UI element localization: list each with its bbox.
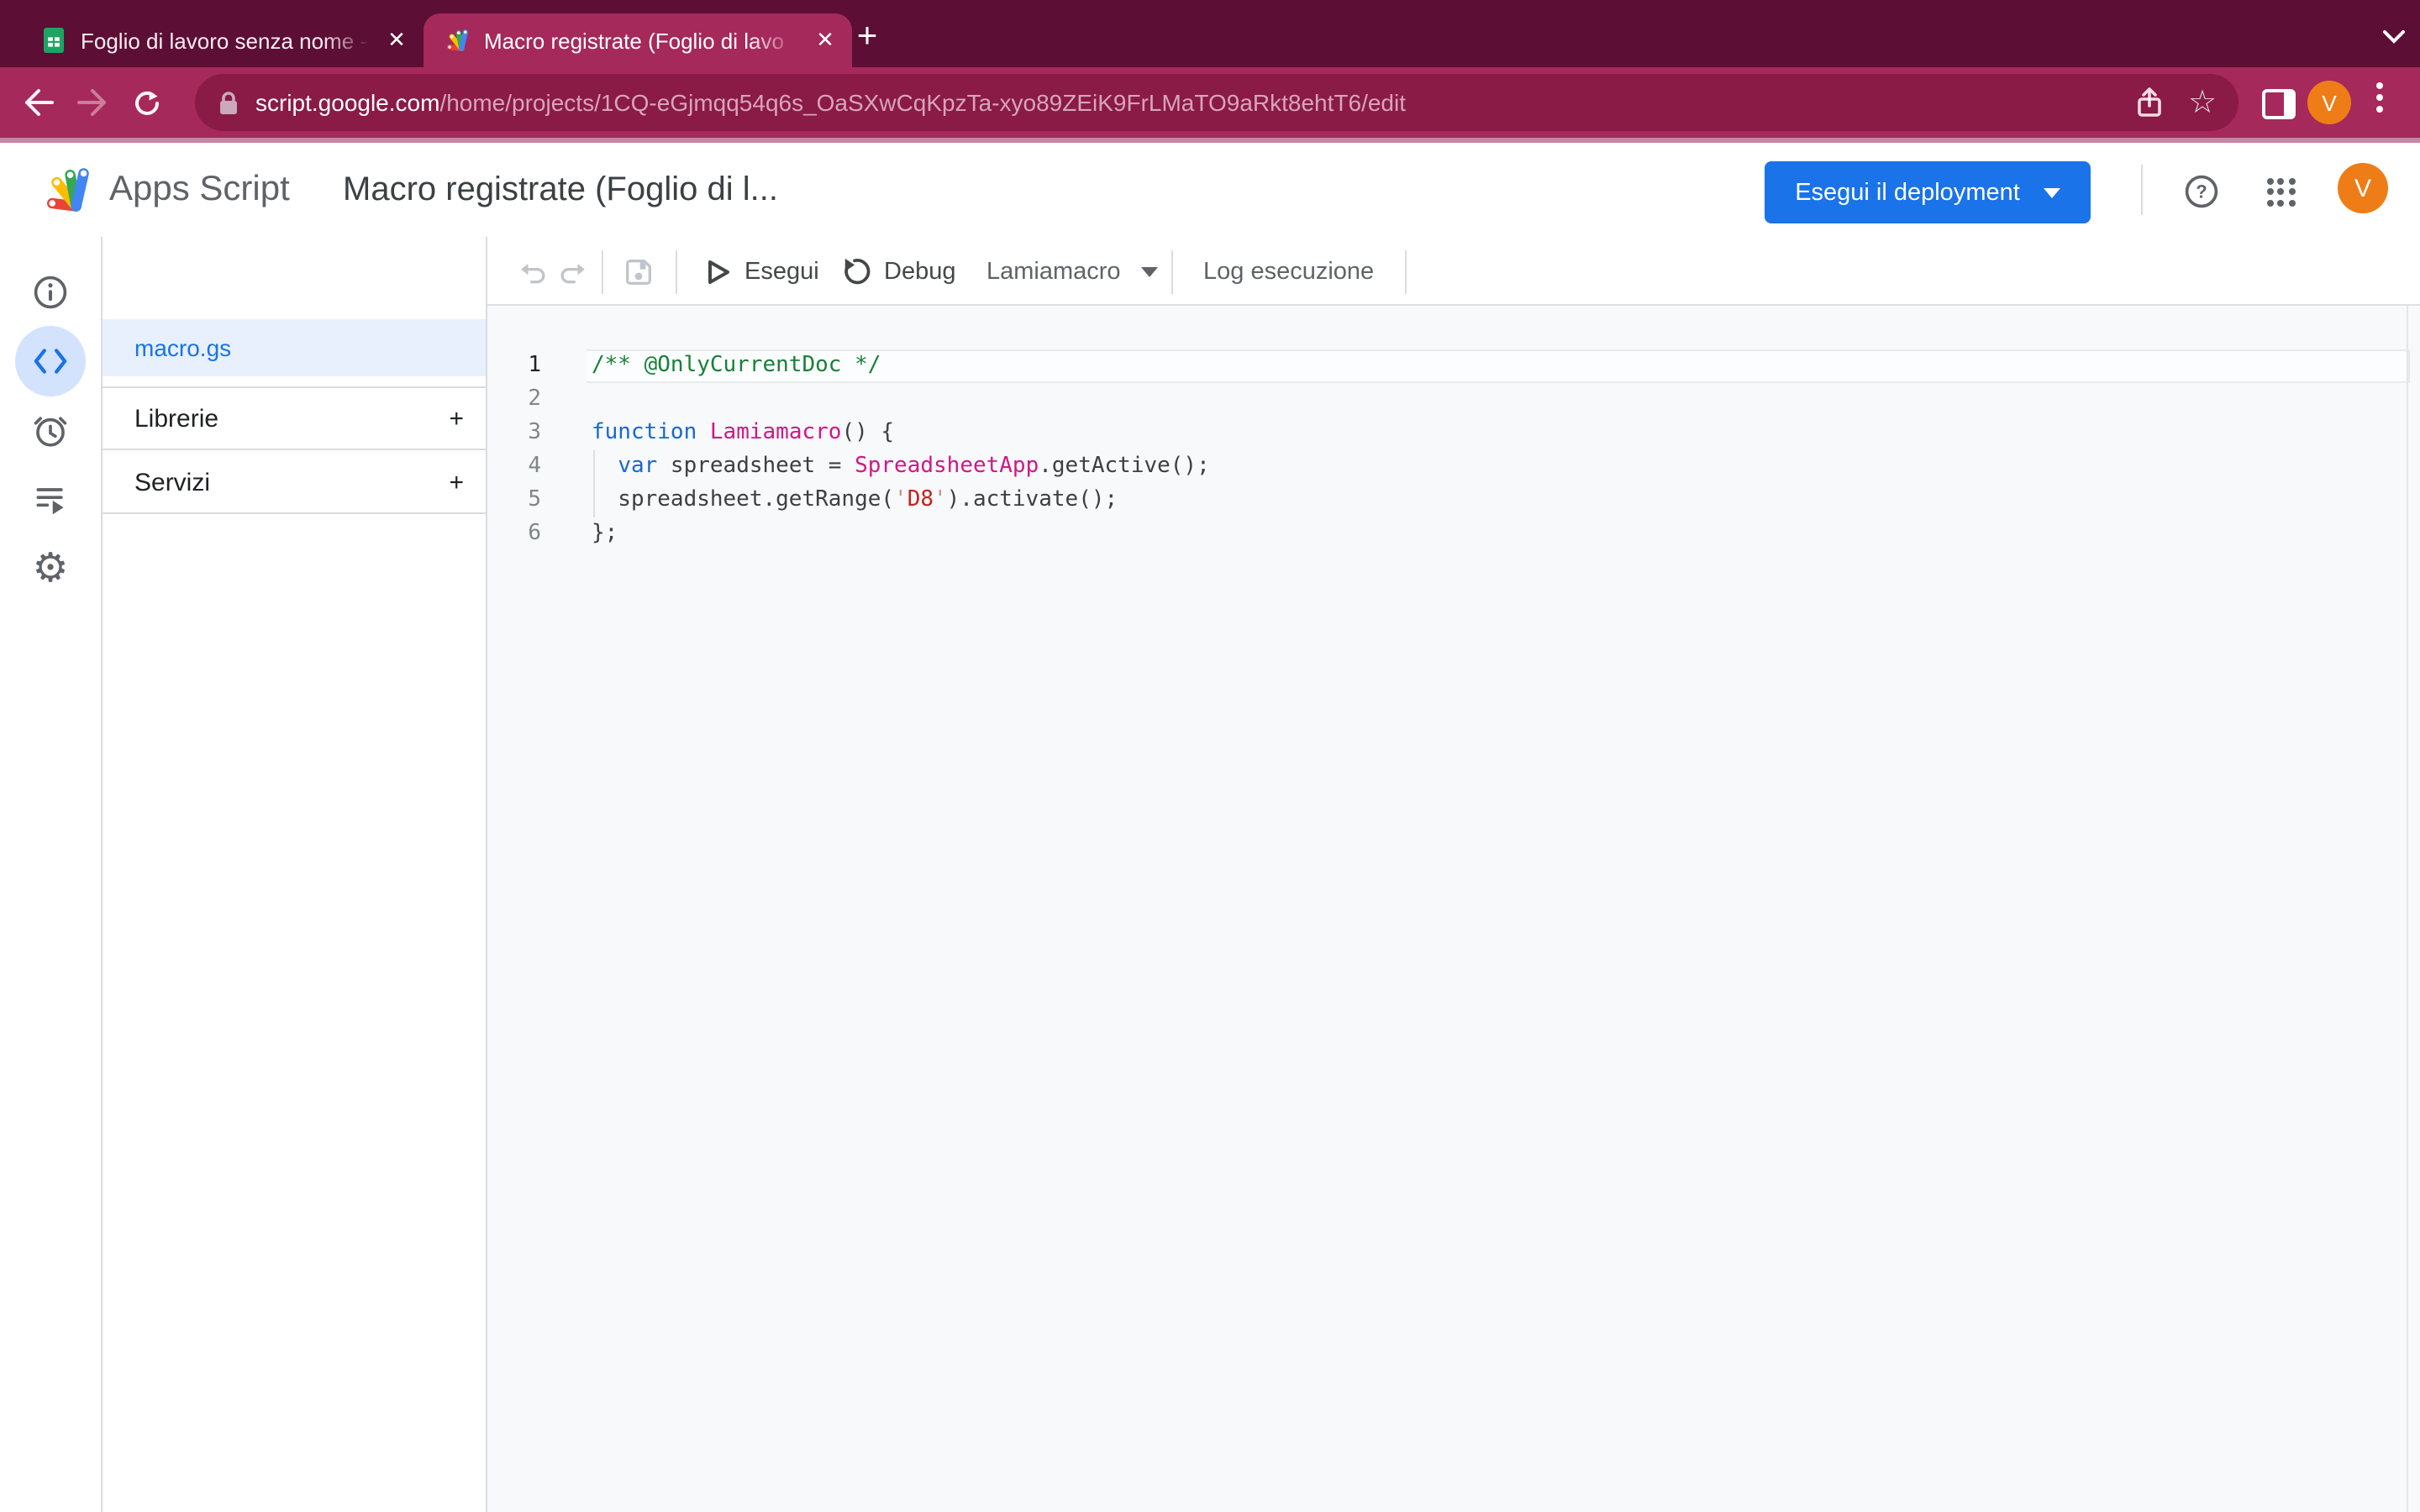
executions-icon[interactable] [15,464,86,534]
play-icon [706,258,731,285]
file-item-macro[interactable]: macro.gs [103,319,486,376]
left-navigation-rail: ⚙ [0,237,103,1512]
new-tab-button[interactable]: + [844,13,891,60]
undo-icon[interactable] [518,255,551,289]
line-number: 4 [487,450,541,484]
code-line[interactable]: /** @OnlyCurrentDoc */ [592,349,881,383]
deploy-button[interactable]: Esegui il deployment [1765,161,2091,223]
triggers-icon[interactable] [15,395,86,465]
share-icon[interactable] [2136,87,2163,118]
side-panel-icon[interactable] [2262,89,2296,119]
debug-label: Debug [884,258,955,285]
debug-button[interactable]: Debug [842,237,955,306]
address-bar[interactable]: script.google.com/home/projects/1CQ-eGjm… [195,74,2238,131]
debug-icon [842,257,871,286]
line-number: 3 [487,417,541,450]
line-number: 2 [487,383,541,417]
run-label: Esegui [744,258,819,285]
toolbar-divider [1405,250,1407,294]
add-service-button[interactable]: + [449,470,464,495]
execution-log-button[interactable]: Log esecuzione [1203,237,1374,306]
browser-tab-strip: Foglio di lavoro senza nome - F ✕ Macro … [0,0,2420,67]
function-selector-label: Lamiamacro [986,258,1121,285]
forward-icon[interactable] [66,67,119,138]
deploy-caret-icon[interactable] [2044,187,2060,197]
google-sheets-icon [40,27,67,54]
overview-icon[interactable] [15,257,86,328]
product-name: Apps Script [109,170,290,210]
code-editor[interactable]: 123456 /** @OnlyCurrentDoc */ function La… [487,306,2420,1512]
svg-text:?: ? [2196,181,2207,202]
toolbar-divider [602,250,603,294]
section-border [103,512,486,514]
back-icon[interactable] [12,67,66,138]
close-tab-icon[interactable]: ✕ [383,27,410,54]
services-label: Servizi [134,468,210,496]
files-panel: macro.gs Librerie + Servizi + [103,237,487,1512]
apps-script-header: Apps Script Macro registrate (Foglio di … [0,143,2420,239]
account-avatar[interactable]: V [2338,163,2388,213]
libraries-label: Librerie [134,405,218,433]
tab-search-chevron-icon[interactable] [2373,17,2413,57]
tab-title: Foglio di lavoro senza nome - F [81,28,376,53]
bookmark-star-icon[interactable]: ☆ [2188,83,2217,122]
browser-menu-icon[interactable] [2376,82,2383,113]
editor-icon[interactable] [15,326,86,396]
run-button[interactable]: Esegui [706,237,819,306]
tab-title: Macro registrate (Foglio di lavo [484,28,805,53]
reload-icon[interactable] [119,67,173,138]
code-line[interactable]: }; [592,517,618,551]
help-icon[interactable]: ? [2180,170,2223,213]
toolbar-divider [1171,250,1173,294]
url-path: /home/projects/1CQ-eGjmqq54q6s_OaSXwCqKp… [439,89,1406,116]
url-text: script.google.com/home/projects/1CQ-eGjm… [255,89,1406,116]
services-section[interactable]: Servizi + [103,449,486,514]
line-number: 1 [487,349,541,383]
url-host: script.google.com [255,89,439,116]
save-icon[interactable] [622,255,655,289]
browser-profile-avatar[interactable]: V [2307,81,2351,124]
apps-script-icon [444,27,471,54]
editor-overview-ruler[interactable] [2407,306,2408,1512]
line-number: 5 [487,484,541,517]
code-line[interactable]: var spreadsheet = SpreadsheetApp.getActi… [592,450,1210,484]
lock-icon[interactable] [218,90,239,115]
function-selector[interactable]: Lamiamacro [986,237,1158,306]
function-selector-caret-icon [1141,266,1158,276]
code-line[interactable]: function Lamiamacro() { [592,417,894,450]
redo-icon[interactable] [555,255,588,289]
google-apps-grid-icon[interactable] [2259,170,2302,213]
toolbar-divider [676,250,677,294]
settings-gear-icon[interactable]: ⚙ [15,533,86,603]
project-title[interactable]: Macro registrate (Foglio di l... [343,171,778,210]
browser-tab-sheets[interactable]: Foglio di lavoro senza nome - F ✕ [20,13,424,67]
libraries-section[interactable]: Librerie + [103,386,486,450]
header-divider [2141,165,2143,215]
screen: Foglio di lavoro senza nome - F ✕ Macro … [0,0,2420,1512]
browser-toolbar: script.google.com/home/projects/1CQ-eGjm… [0,67,2420,138]
add-library-button[interactable]: + [449,407,464,432]
line-number: 6 [487,517,541,551]
file-name: macro.gs [134,334,231,361]
code-line[interactable]: spreadsheet.getRange('D8').activate(); [592,484,1118,517]
browser-tab-apps-script[interactable]: Macro registrate (Foglio di lavo ✕ [424,13,852,67]
close-tab-icon[interactable]: ✕ [812,27,839,54]
apps-script-logo [40,163,94,217]
deploy-button-label: Esegui il deployment [1795,179,2020,206]
